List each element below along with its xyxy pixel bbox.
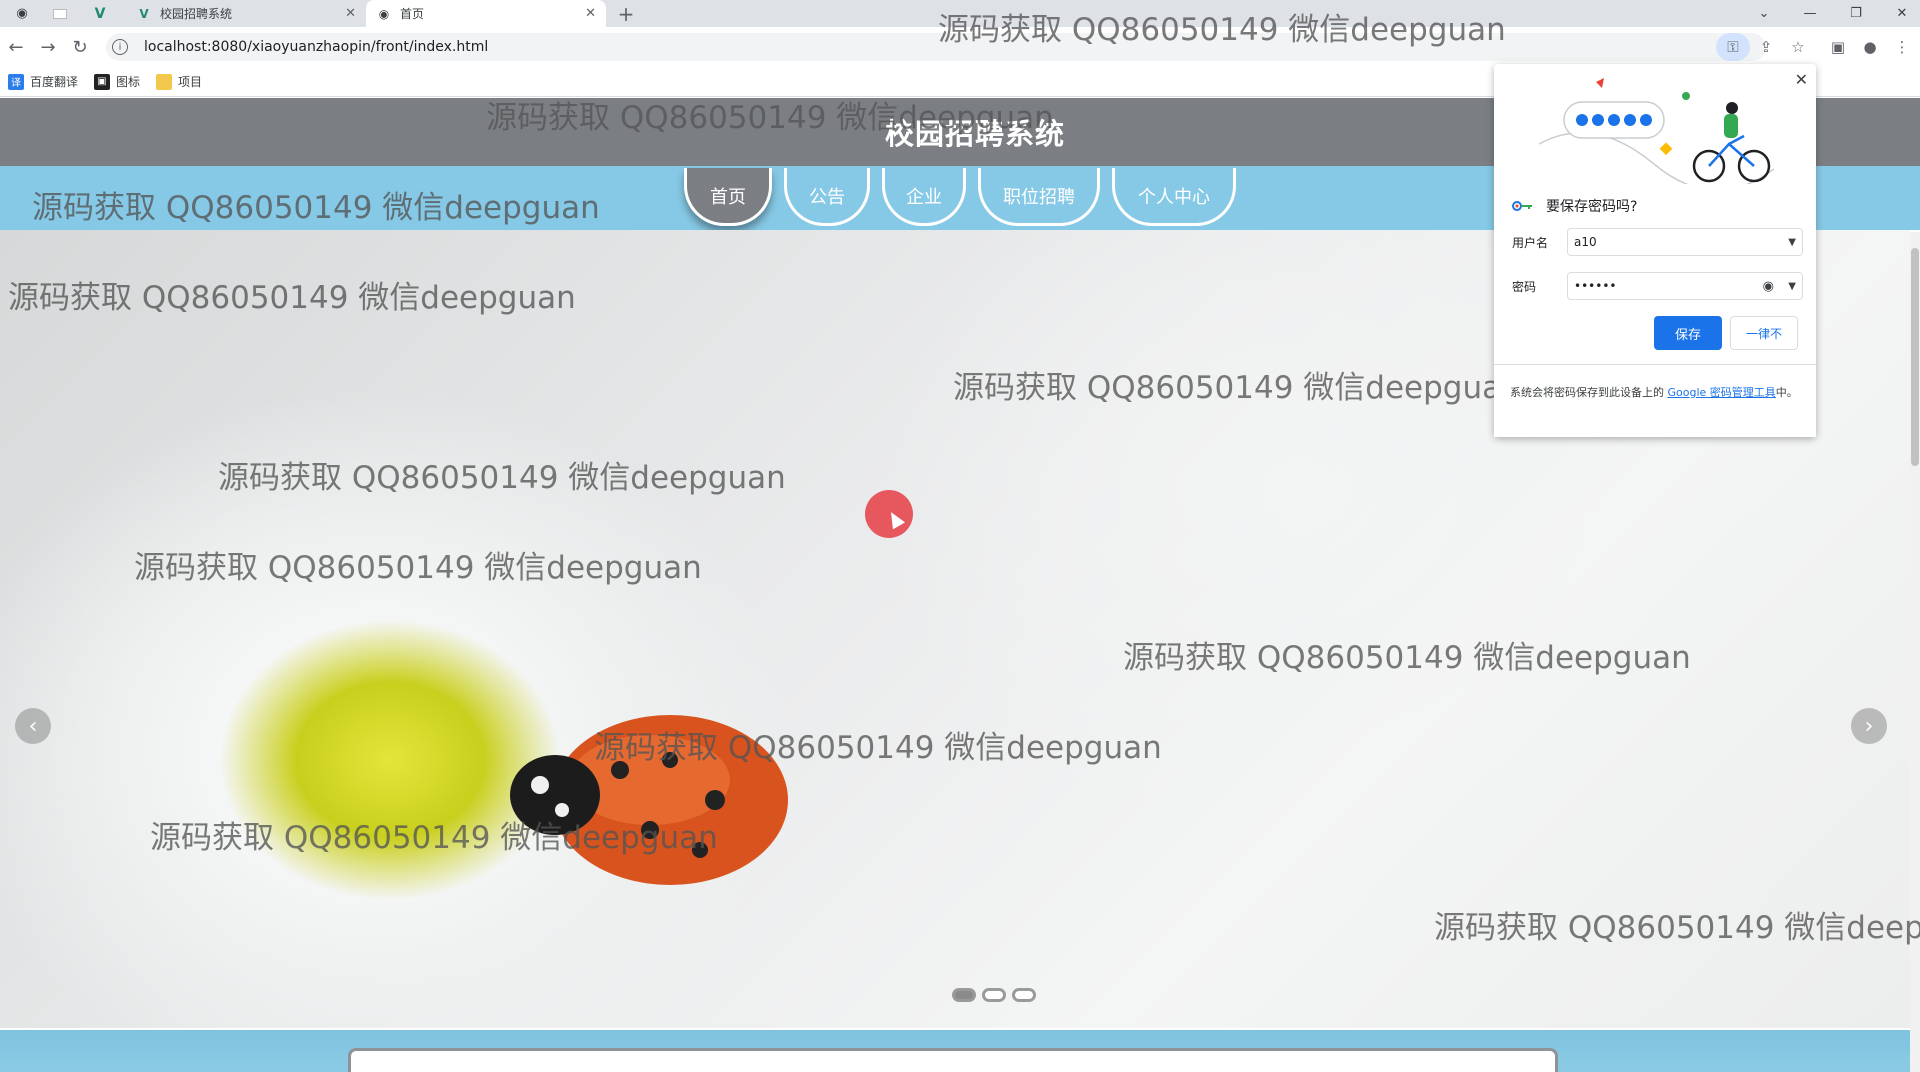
watermark-text: 源码获取 QQ86050149 微信deepguan — [218, 460, 786, 496]
watermark-text: 源码获取 QQ86050149 微信deepguan — [134, 550, 702, 586]
chevron-down-icon[interactable]: ▼ — [1788, 281, 1796, 292]
new-tab-button[interactable]: + — [614, 2, 638, 26]
eye-icon[interactable]: ◉ — [1763, 279, 1774, 294]
watermark-text: 源码获取 QQ86050149 微信deepguan — [150, 820, 718, 856]
profile-avatar-icon[interactable]: ● — [1856, 33, 1884, 61]
watermark-text: 源码获取 QQ86050149 微信deepguan — [953, 370, 1521, 406]
tab-search-icon[interactable]: ⌄ — [1746, 0, 1782, 27]
tab-label: 校园招聘系统 — [160, 7, 233, 21]
close-icon[interactable]: ✕ — [585, 6, 596, 21]
chevron-down-icon[interactable]: ▼ — [1788, 237, 1796, 248]
bookmark-label: 项目 — [178, 75, 203, 89]
watermark-text: 源码获取 QQ86050149 微信deepguan — [8, 280, 576, 316]
save-password-dialog: ✕ 要保存密码吗? 用户名 a10 ▼ 密码 •••••• ◉ ▼ 保存 一律不… — [1494, 64, 1816, 437]
watermark-text: 源码获取 QQ86050149 微信deepgu — [1434, 910, 1920, 946]
bookmark-star-icon[interactable]: ☆ — [1784, 33, 1812, 61]
bookmark-projects[interactable]: 项目 — [156, 73, 202, 90]
carousel-dot-3[interactable] — [1012, 988, 1036, 1002]
watermark-text: 源码获取 QQ86050149 微信deepguan — [938, 12, 1506, 48]
tab-pinned-2[interactable] — [46, 0, 74, 27]
reload-icon[interactable]: ↻ — [66, 33, 94, 61]
minimize-button[interactable]: — — [1792, 0, 1828, 27]
nav-label: 公告 — [809, 186, 845, 208]
close-window-button[interactable]: ✕ — [1884, 0, 1920, 27]
scrollbar-thumb[interactable] — [1911, 248, 1919, 466]
nav-personal-center[interactable]: 个人中心 — [1112, 168, 1236, 226]
watermark-text: 源码获取 QQ86050149 微信deepguan — [594, 730, 1162, 766]
close-icon[interactable]: ✕ — [345, 6, 356, 21]
bookmark-baidu-translate[interactable]: 译 百度翻译 — [8, 73, 78, 90]
nav-label: 首页 — [710, 186, 746, 208]
address-bar[interactable]: localhost:8080/xiaoyuanzhaopin/front/ind… — [106, 33, 1766, 61]
carousel-indicators — [952, 988, 1036, 1002]
tab-label: 首页 — [400, 7, 425, 21]
dialog-footer: 系统会将密码保存到此设备上的 Google 密码管理工具中。 — [1494, 364, 1816, 437]
password-label: 密码 — [1512, 279, 1537, 294]
password-key-icon[interactable]: ⚿ — [1716, 33, 1750, 61]
section-box — [348, 1048, 1558, 1072]
carousel-dot-2[interactable] — [982, 988, 1006, 1002]
v-logo-icon: V — [94, 5, 106, 22]
tab-pinned-1[interactable]: ◉ — [8, 0, 36, 27]
tab-campus-recruit[interactable]: V 校园招聘系统 ✕ — [126, 0, 366, 27]
carousel-prev-button[interactable]: ‹ — [15, 708, 51, 744]
blank-page-icon — [53, 8, 67, 19]
tab-pinned-3[interactable]: V — [86, 0, 114, 27]
save-button[interactable]: 保存 — [1654, 316, 1722, 350]
dialog-title-text: 要保存密码吗? — [1546, 199, 1638, 215]
globe-icon: ◉ — [16, 6, 28, 21]
bookmark-icons[interactable]: ▣ 图标 — [94, 73, 140, 90]
restore-button[interactable]: ❐ — [1838, 0, 1874, 27]
footer-suffix: 中。 — [1775, 386, 1798, 399]
username-value: a10 — [1574, 235, 1597, 249]
back-arrow-icon[interactable]: ← — [2, 33, 30, 61]
footer-text: 系统会将密码保存到此设备上的 — [1510, 386, 1664, 399]
username-field[interactable]: a10 ▼ — [1567, 228, 1803, 256]
watermark-text: 源码获取 QQ86050149 微信deepguan — [32, 190, 600, 226]
tab-home[interactable]: ◉ 首页 ✕ — [366, 0, 606, 27]
forward-arrow-icon[interactable]: → — [34, 33, 62, 61]
image-icon: ▣ — [94, 73, 111, 90]
watermark-text: 源码获取 QQ86050149 微信deepguan — [1123, 640, 1691, 676]
password-field[interactable]: •••••• ◉ ▼ — [1567, 272, 1803, 300]
ladybug-illustration — [510, 715, 788, 885]
key-icon — [1512, 200, 1534, 212]
password-illustration — [1538, 78, 1775, 184]
site-info-icon[interactable]: i — [112, 39, 128, 55]
nav-job-postings[interactable]: 职位招聘 — [978, 168, 1100, 226]
globe-icon: ◉ — [378, 6, 390, 21]
nav-label: 职位招聘 — [1003, 186, 1075, 208]
side-panel-icon[interactable]: ▣ — [1824, 33, 1852, 61]
share-icon[interactable]: ⇪ — [1752, 33, 1780, 61]
close-icon[interactable]: ✕ — [1795, 70, 1808, 89]
username-row: 用户名 a10 ▼ — [1512, 228, 1803, 256]
bookmark-label: 图标 — [116, 75, 141, 89]
menu-kebab-icon[interactable]: ⋮ — [1888, 33, 1916, 61]
carousel-next-button[interactable]: › — [1851, 708, 1887, 744]
folder-icon — [156, 73, 173, 90]
bookmark-label: 百度翻译 — [30, 75, 79, 89]
never-button[interactable]: 一律不 — [1730, 316, 1798, 350]
username-label: 用户名 — [1512, 235, 1549, 250]
translate-icon: 译 — [8, 73, 24, 90]
nav-label: 企业 — [906, 186, 942, 208]
watermark-text: 源码获取 QQ86050149 微信deepguan — [486, 100, 1054, 136]
dialog-title: 要保存密码吗? — [1512, 196, 1637, 216]
url-text: localhost:8080/xiaoyuanzhaopin/front/ind… — [144, 39, 489, 55]
carousel-dot-1[interactable] — [952, 988, 976, 1002]
password-manager-link[interactable]: Google 密码管理工具 — [1668, 386, 1776, 399]
password-row: 密码 •••••• ◉ ▼ — [1512, 272, 1803, 300]
nav-label: 个人中心 — [1138, 186, 1210, 208]
password-value: •••••• — [1574, 279, 1617, 293]
v-logo-icon: V — [139, 6, 149, 21]
